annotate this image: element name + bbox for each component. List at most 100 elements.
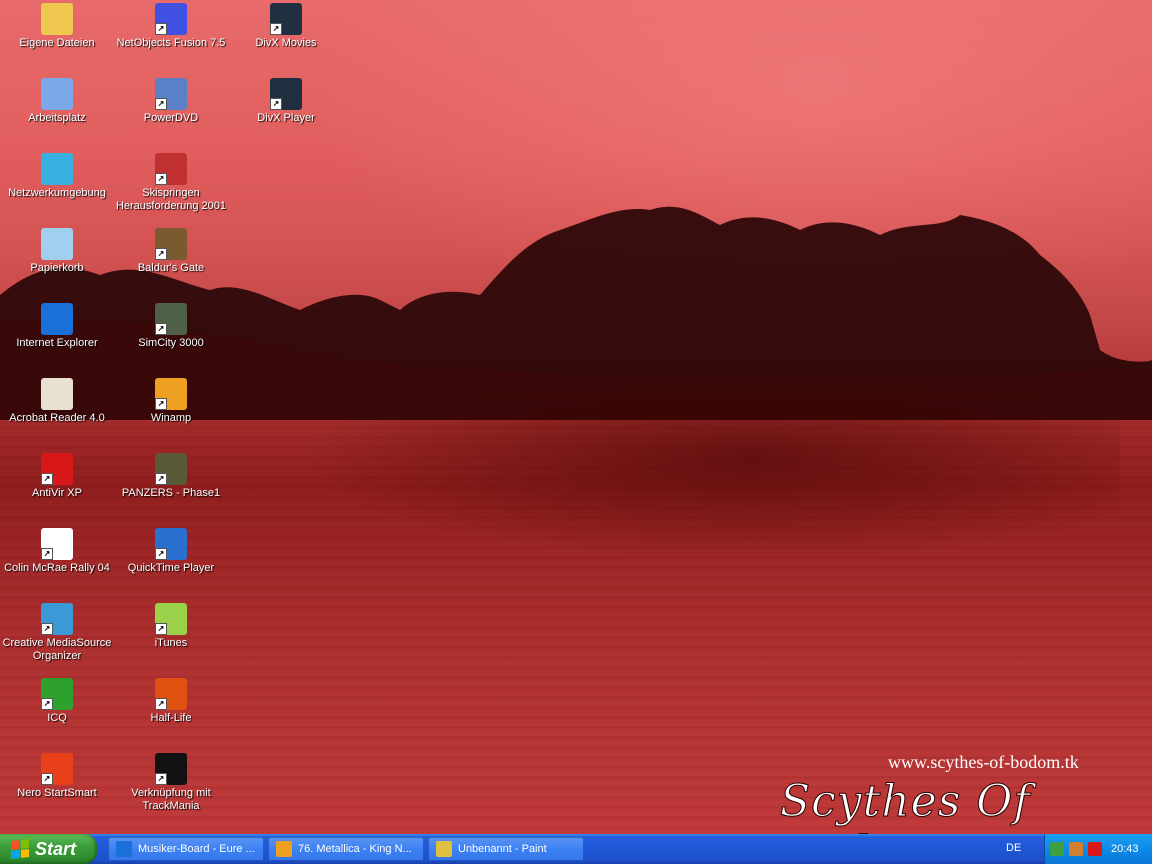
winamp-icon: ↗ [155,378,187,410]
antivir-tray-icon[interactable] [1088,842,1102,856]
shortcut-arrow-icon: ↗ [41,548,53,560]
taskbar-button[interactable]: Unbenannt - Paint [428,837,584,861]
shortcut-arrow-icon: ↗ [270,23,282,35]
desktop-icon[interactable]: ↗ NetObjects Fusion 7.5 [114,3,228,50]
desktop-icon[interactable]: ↗ QuickTime Player [114,528,228,575]
antivir-icon: ↗ [41,453,73,485]
desktop-icon-label: DivX Player [257,112,315,124]
desktop-icon[interactable]: ↗ Nero StartSmart [0,753,114,800]
divx-movies-icon: ↗ [270,3,302,35]
desktop-icon-label: NetObjects Fusion 7.5 [116,37,226,49]
desktop-icon[interactable]: ↗ Colin McRae Rally 04 [0,528,114,575]
clock[interactable]: 20:43 [1111,843,1139,855]
desktop-icon[interactable]: Internet Explorer [0,303,114,350]
desktop[interactable]: Eigene Dateien Arbeitsplatz Netzwerkumgebu… [0,0,1152,834]
desktop-icon[interactable]: ↗ Half-Life [114,678,228,725]
desktop-icon-label: Winamp [150,412,192,424]
shortcut-arrow-icon: ↗ [41,698,53,710]
powerdvd-icon: ↗ [155,78,187,110]
panzers-icon: ↗ [155,453,187,485]
shortcut-arrow-icon: ↗ [41,473,53,485]
wallpaper-watermark-logo: Scythes Of Bodom [780,776,1031,835]
desktop-icon-label: Colin McRae Rally 04 [4,562,110,574]
folder-icon [41,3,73,35]
netobjects-icon: ↗ [155,3,187,35]
winamp-icon [276,841,292,857]
shortcut-arrow-icon: ↗ [41,773,53,785]
desktop-icon[interactable]: Eigene Dateien [0,3,114,50]
windows-logo-icon [11,839,29,859]
desktop-icon[interactable]: ↗ ICQ [0,678,114,725]
desktop-icon-label: Papierkorb [30,262,84,274]
shortcut-arrow-icon: ↗ [155,323,167,335]
desktop-icon-label: PowerDVD [143,112,199,124]
desktop-icon-label: Half-Life [150,712,192,724]
desktop-icon-label: PANZERS - Phase1 [121,487,221,499]
desktop-icon[interactable]: ↗ Winamp [114,378,228,425]
desktop-icon-label: iTunes [154,637,188,649]
rally-icon: ↗ [41,528,73,560]
desktop-icon[interactable]: ↗ PowerDVD [114,78,228,125]
simcity-icon: ↗ [155,303,187,335]
desktop-icon[interactable]: ↗ PANZERS - Phase1 [114,453,228,500]
desktop-icon[interactable]: Netzwerkumgebung [0,153,114,200]
desktop-icon-label: Internet Explorer [16,337,98,349]
language-indicator[interactable]: DE [1006,842,1021,854]
system-tray: 20:43 [1044,834,1152,864]
shortcut-arrow-icon: ↗ [155,98,167,110]
shortcut-arrow-icon: ↗ [155,248,167,260]
taskbar-button[interactable]: 76. Metallica - King N... [268,837,424,861]
desktop-icon-label: Baldur's Gate [137,262,205,274]
desktop-icon-label: Nero StartSmart [17,787,97,799]
shortcut-arrow-icon: ↗ [270,98,282,110]
start-label: Start [35,838,77,859]
desktop-icon-label: QuickTime Player [127,562,215,574]
desktop-icon[interactable]: ↗ Skispringen Herausforderung 2001 [114,153,228,213]
desktop-icon[interactable]: Papierkorb [0,228,114,275]
icq-icon: ↗ [41,678,73,710]
shortcut-arrow-icon: ↗ [41,623,53,635]
taskbar-button[interactable]: Musiker-Board - Eure ... [108,837,264,861]
taskbar-button-label: Unbenannt - Paint [458,843,547,855]
desktop-icon[interactable]: ↗ DivX Movies [229,3,343,50]
desktop-icon[interactable]: ↗ Verknüpfung mit TrackMania [114,753,228,813]
desktop-icon-label: Eigene Dateien [19,37,95,49]
winamp-tray-icon[interactable] [1069,842,1083,856]
paint-icon [436,841,452,857]
desktop-icon[interactable]: ↗ DivX Player [229,78,343,125]
shortcut-arrow-icon: ↗ [155,473,167,485]
taskbar-button-label: 76. Metallica - King N... [298,843,412,855]
desktop-icon[interactable]: ↗ iTunes [114,603,228,650]
ie-icon [116,841,132,857]
computer-icon [41,78,73,110]
taskbar: Start Musiker-Board - Eure ... 76. Metall… [0,834,1152,864]
desktop-icon[interactable]: Acrobat Reader 4.0 [0,378,114,425]
desktop-icon-label: Creative MediaSource Organizer [2,637,112,662]
start-button[interactable]: Start [0,834,97,864]
desktop-icon-label: Netzwerkumgebung [8,187,106,199]
quicktime-icon: ↗ [155,528,187,560]
divx-player-icon: ↗ [270,78,302,110]
desktop-icon[interactable]: ↗ Creative MediaSource Organizer [0,603,114,663]
wallpaper-reflection [300,390,1120,560]
network-tray-icon[interactable] [1050,842,1064,856]
desktop-icon[interactable]: Arbeitsplatz [0,78,114,125]
mediasource-icon: ↗ [41,603,73,635]
desktop-icon-label: AntiVir XP [32,487,82,499]
taskbar-button-label: Musiker-Board - Eure ... [138,843,255,855]
acrobat-icon [41,378,73,410]
shortcut-arrow-icon: ↗ [155,773,167,785]
desktop-icon-label: Verknüpfung mit TrackMania [131,787,211,812]
desktop-icon-label: Skispringen Herausforderung 2001 [115,187,227,212]
skispringen-icon: ↗ [155,153,187,185]
baldurs-gate-icon: ↗ [155,228,187,260]
recycle-bin-icon [41,228,73,260]
shortcut-arrow-icon: ↗ [155,623,167,635]
shortcut-arrow-icon: ↗ [155,548,167,560]
desktop-icon[interactable]: ↗ AntiVir XP [0,453,114,500]
desktop-icon[interactable]: ↗ SimCity 3000 [114,303,228,350]
nero-icon: ↗ [41,753,73,785]
shortcut-arrow-icon: ↗ [155,23,167,35]
half-life-icon: ↗ [155,678,187,710]
desktop-icon[interactable]: ↗ Baldur's Gate [114,228,228,275]
